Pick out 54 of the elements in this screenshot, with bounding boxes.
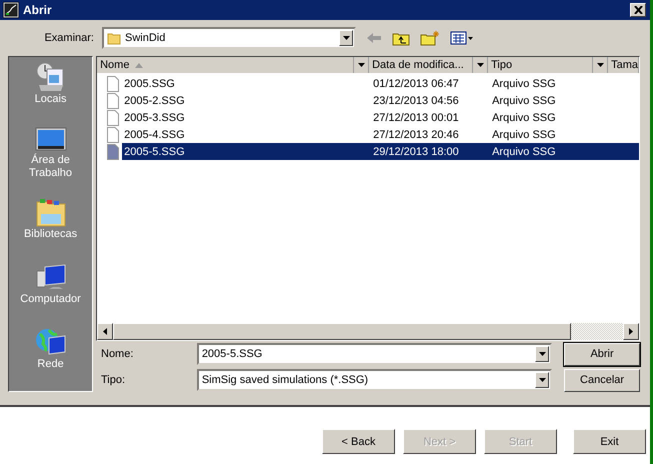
sort-arrow-icon (135, 62, 144, 68)
file-name[interactable]: 2005-2.SSG (122, 92, 370, 109)
file-type: Arquivo SSG (491, 76, 557, 92)
modified-date: 01/12/2013 06:47 (372, 76, 460, 92)
right-arrow-icon (629, 328, 633, 335)
file-icon (107, 76, 120, 92)
file-type: Arquivo SSG (488, 143, 639, 160)
file-icon (107, 110, 120, 126)
cancel-button[interactable]: Cancelar (564, 368, 640, 392)
file-name[interactable]: 2005-5.SSG (122, 143, 370, 160)
new-folder-icon[interactable] (420, 30, 440, 46)
view-menu-icon[interactable] (450, 31, 474, 45)
file-name[interactable]: 2005-4.SSG (122, 126, 370, 143)
look-in-label: Examinar: (43, 32, 94, 44)
places-item[interactable]: Rede (10, 328, 91, 383)
window-title: Abrir (23, 3, 53, 17)
open-button[interactable]: Abrir (564, 342, 640, 366)
file-name[interactable]: 2005-3.SSG (122, 109, 370, 126)
left-arrow-icon (103, 328, 108, 335)
file-icon (107, 126, 120, 142)
modified-date: 27/12/2013 20:46 (372, 128, 460, 142)
wizard-button[interactable]: < Back (322, 429, 395, 454)
folder-dropdown[interactable]: SwinDid (102, 27, 356, 49)
places-item[interactable]: Computador (10, 263, 91, 318)
scroll-left-button[interactable] (97, 323, 114, 340)
horizontal-scrollbar[interactable] (97, 323, 639, 340)
places-item[interactable]: Área de Trabalho (10, 126, 91, 188)
wizard-button[interactable]: Exit (573, 429, 646, 454)
folder-icon (107, 31, 121, 45)
file-type: Arquivo SSG (491, 128, 557, 142)
places-item[interactable]: Bibliotecas (10, 198, 91, 253)
column-header[interactable]: Tipo (488, 57, 608, 73)
file-type-label: Tipo: (101, 374, 126, 386)
file-name-label: Nome: (101, 348, 134, 360)
close-icon (634, 6, 642, 14)
file-type-dropdown[interactable]: SimSig saved simulations (*.SSG) (196, 369, 552, 391)
file-icon (107, 92, 120, 108)
column-header[interactable]: Tama (608, 57, 639, 73)
file-type: Arquivo SSG (491, 94, 557, 108)
app-icon (3, 2, 19, 18)
scrollbar-thumb[interactable] (113, 323, 572, 340)
library-folder-icon (34, 198, 67, 228)
places-item[interactable]: Locais (10, 61, 91, 116)
file-name[interactable]: 2005.SSG (122, 75, 370, 92)
modified-date: 27/12/2013 00:01 (372, 110, 460, 126)
file-name-field[interactable]: 2005-5.SSG (196, 343, 552, 365)
file-type: Arquivo SSG (491, 110, 557, 126)
column-header[interactable]: Data de modifica... (369, 57, 488, 73)
scroll-right-button[interactable] (623, 323, 639, 340)
modified-date: 23/12/2013 04:56 (372, 94, 460, 108)
modified-date: 29/12/2013 18:00 (369, 143, 488, 160)
file-icon (107, 144, 120, 160)
close-button[interactable] (630, 3, 646, 17)
column-header[interactable]: Nome (97, 57, 370, 73)
